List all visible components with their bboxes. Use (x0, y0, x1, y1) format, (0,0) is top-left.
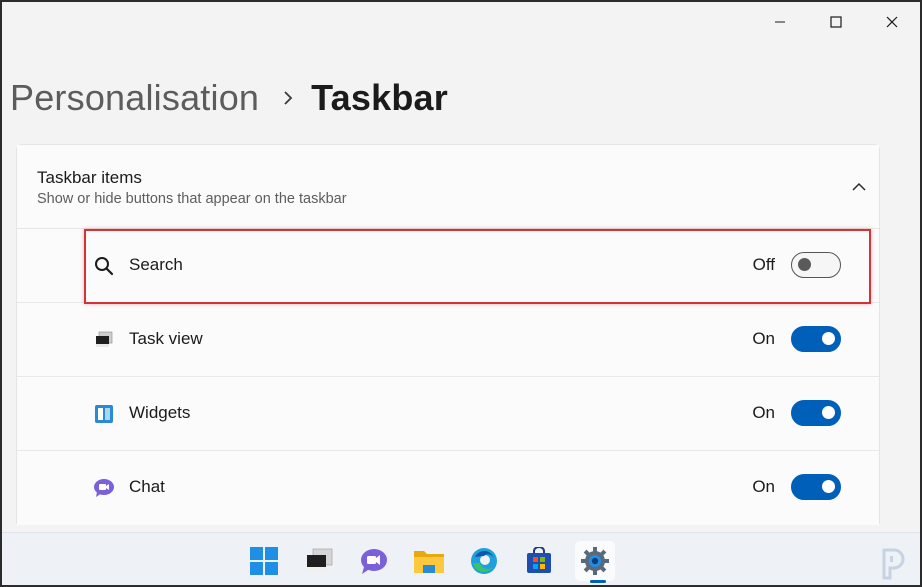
chat-toggle[interactable] (791, 474, 841, 500)
setting-label: Chat (129, 477, 165, 496)
watermark-logo (880, 547, 906, 581)
toggle-knob (822, 480, 835, 493)
setting-label: Widgets (129, 403, 191, 422)
store-icon[interactable] (519, 541, 559, 581)
chevron-right-icon (283, 90, 293, 106)
edge-icon[interactable] (464, 541, 504, 581)
page-title: Taskbar (311, 77, 448, 118)
toggle-state-text: Off (752, 255, 775, 274)
breadcrumb: Personalisation Taskbar (10, 76, 448, 120)
toggle-state-text: On (752, 329, 775, 348)
task-view-toggle[interactable] (791, 326, 841, 352)
collapse-button[interactable] (841, 169, 877, 205)
search-icon (93, 255, 115, 277)
section-header[interactable]: Taskbar items Show or hide buttons that … (17, 145, 879, 229)
maximize-icon (830, 16, 842, 28)
widgets-toggle[interactable] (791, 400, 841, 426)
chat-icon (93, 477, 115, 499)
maximize-button[interactable] (808, 2, 864, 42)
task-view-icon[interactable] (299, 541, 339, 581)
setting-row-widgets: Widgets On (17, 377, 879, 451)
breadcrumb-parent-link[interactable]: Personalisation (10, 77, 259, 119)
caption-buttons (752, 2, 920, 42)
settings-icon[interactable] (575, 541, 615, 581)
taskbar-items-section: Taskbar items Show or hide buttons that … (16, 144, 880, 525)
setting-label: Search (129, 255, 183, 274)
widgets-icon (93, 403, 115, 425)
close-icon (886, 16, 898, 28)
teams-chat-icon[interactable] (354, 541, 394, 581)
taskbar (2, 532, 920, 585)
toggle-knob (822, 406, 835, 419)
search-toggle[interactable] (791, 252, 841, 278)
chevron-up-icon (852, 182, 866, 191)
minimize-icon (775, 21, 785, 23)
setting-label: Task view (129, 329, 203, 348)
toggle-knob (822, 332, 835, 345)
active-app-indicator (590, 580, 606, 583)
toggle-state-text: On (752, 403, 775, 422)
toggle-knob (798, 258, 811, 271)
minimize-button[interactable] (752, 2, 808, 42)
setting-row-task-view: Task view On (17, 303, 879, 377)
start-icon[interactable] (244, 541, 284, 581)
file-explorer-icon[interactable] (409, 541, 449, 581)
toggle-state-text: On (752, 477, 775, 496)
setting-row-chat: Chat On (17, 451, 879, 525)
setting-row-search: Search Off (17, 229, 879, 303)
close-button[interactable] (864, 2, 920, 42)
section-subtitle: Show or hide buttons that appear on the … (37, 191, 347, 207)
task-view-icon (93, 329, 115, 351)
settings-window: Personalisation Taskbar Taskbar items Sh… (0, 0, 922, 587)
section-title: Taskbar items (37, 168, 142, 187)
